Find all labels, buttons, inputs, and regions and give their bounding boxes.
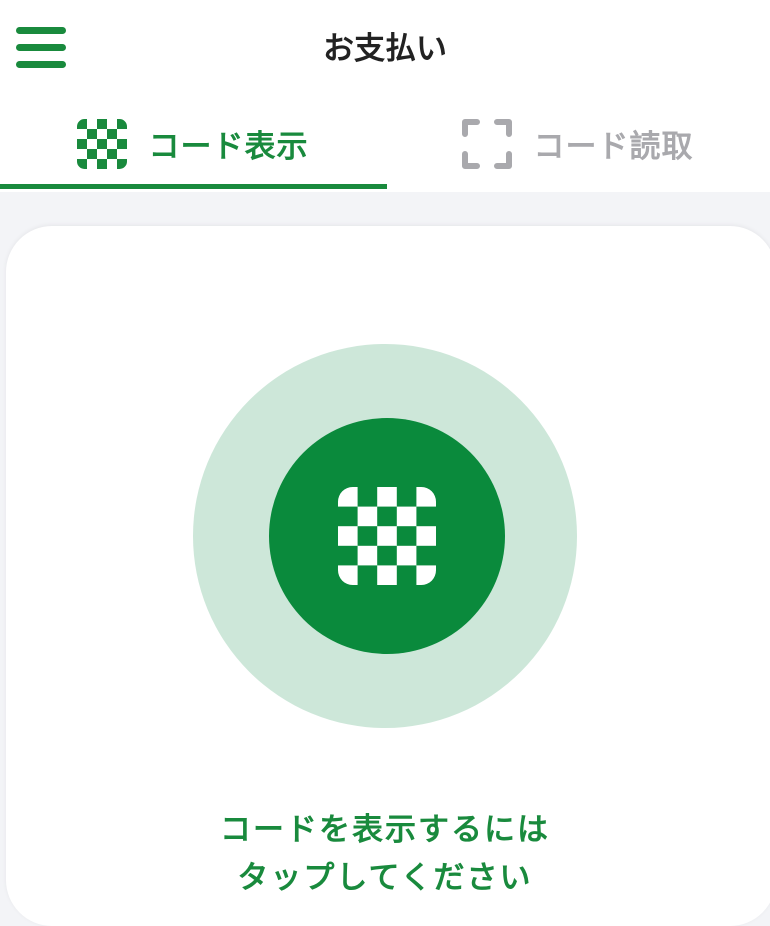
tab-code-display[interactable]: コード表示 — [0, 95, 385, 192]
active-tab-indicator — [0, 184, 387, 189]
scan-frame-icon — [461, 118, 512, 169]
tab-bar: コード表示 コード読取 — [0, 95, 770, 192]
instruction-text-line1: コードを表示するには — [220, 812, 550, 848]
tab-code-scan-label: コード読取 — [533, 129, 694, 165]
code-display-icon — [338, 487, 436, 585]
show-code-button-inner — [269, 418, 505, 654]
page-title: お支払い — [323, 31, 447, 67]
instruction-text-line2: タップしてください — [237, 860, 533, 896]
app-header: お支払い — [0, 0, 770, 95]
tab-code-scan[interactable]: コード読取 — [385, 95, 770, 192]
show-code-button[interactable] — [193, 344, 577, 728]
code-display-icon — [76, 118, 127, 169]
tab-code-display-label: コード表示 — [148, 129, 309, 165]
